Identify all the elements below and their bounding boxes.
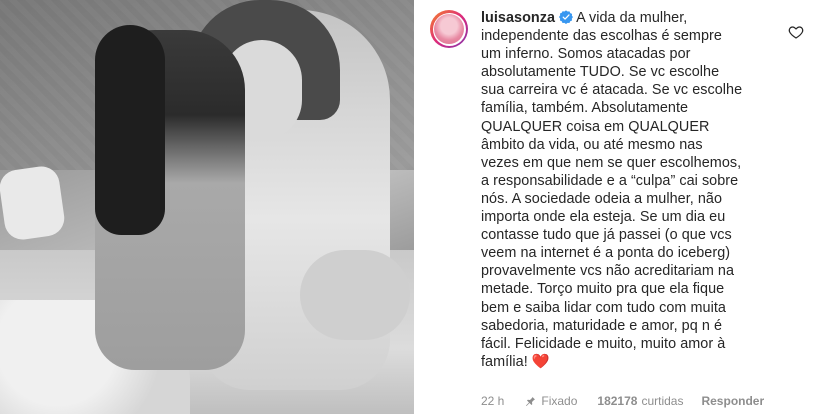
reply-button[interactable]: Responder [701,394,764,408]
photo-leg [300,250,410,340]
photo-man-hair [95,25,165,235]
comment-text: A vida da mulher, independente das escol… [481,10,743,370]
comment-username[interactable]: luisasonza [481,10,555,26]
avatar[interactable] [430,10,468,48]
likes-count[interactable]: 182178 [597,394,637,408]
likes-label[interactable]: curtidas [641,394,683,408]
post-photo[interactable] [0,0,414,414]
comment-body: luisasonza A vida da mulher, independente… [481,9,781,371]
comment-time[interactable]: 22 h [481,394,504,408]
avatar-ring [432,12,466,46]
pinned-label: Fixado [541,394,578,408]
heart-outline-icon[interactable] [788,24,804,40]
pin-icon [526,396,536,406]
verified-badge-icon [559,10,574,24]
red-heart-emoji: ❤️ [531,353,550,370]
comment-meta: 22 h Fixado 182178 curtidas Responder [481,394,764,408]
photo-pillow [0,164,67,242]
avatar-image [434,14,464,44]
